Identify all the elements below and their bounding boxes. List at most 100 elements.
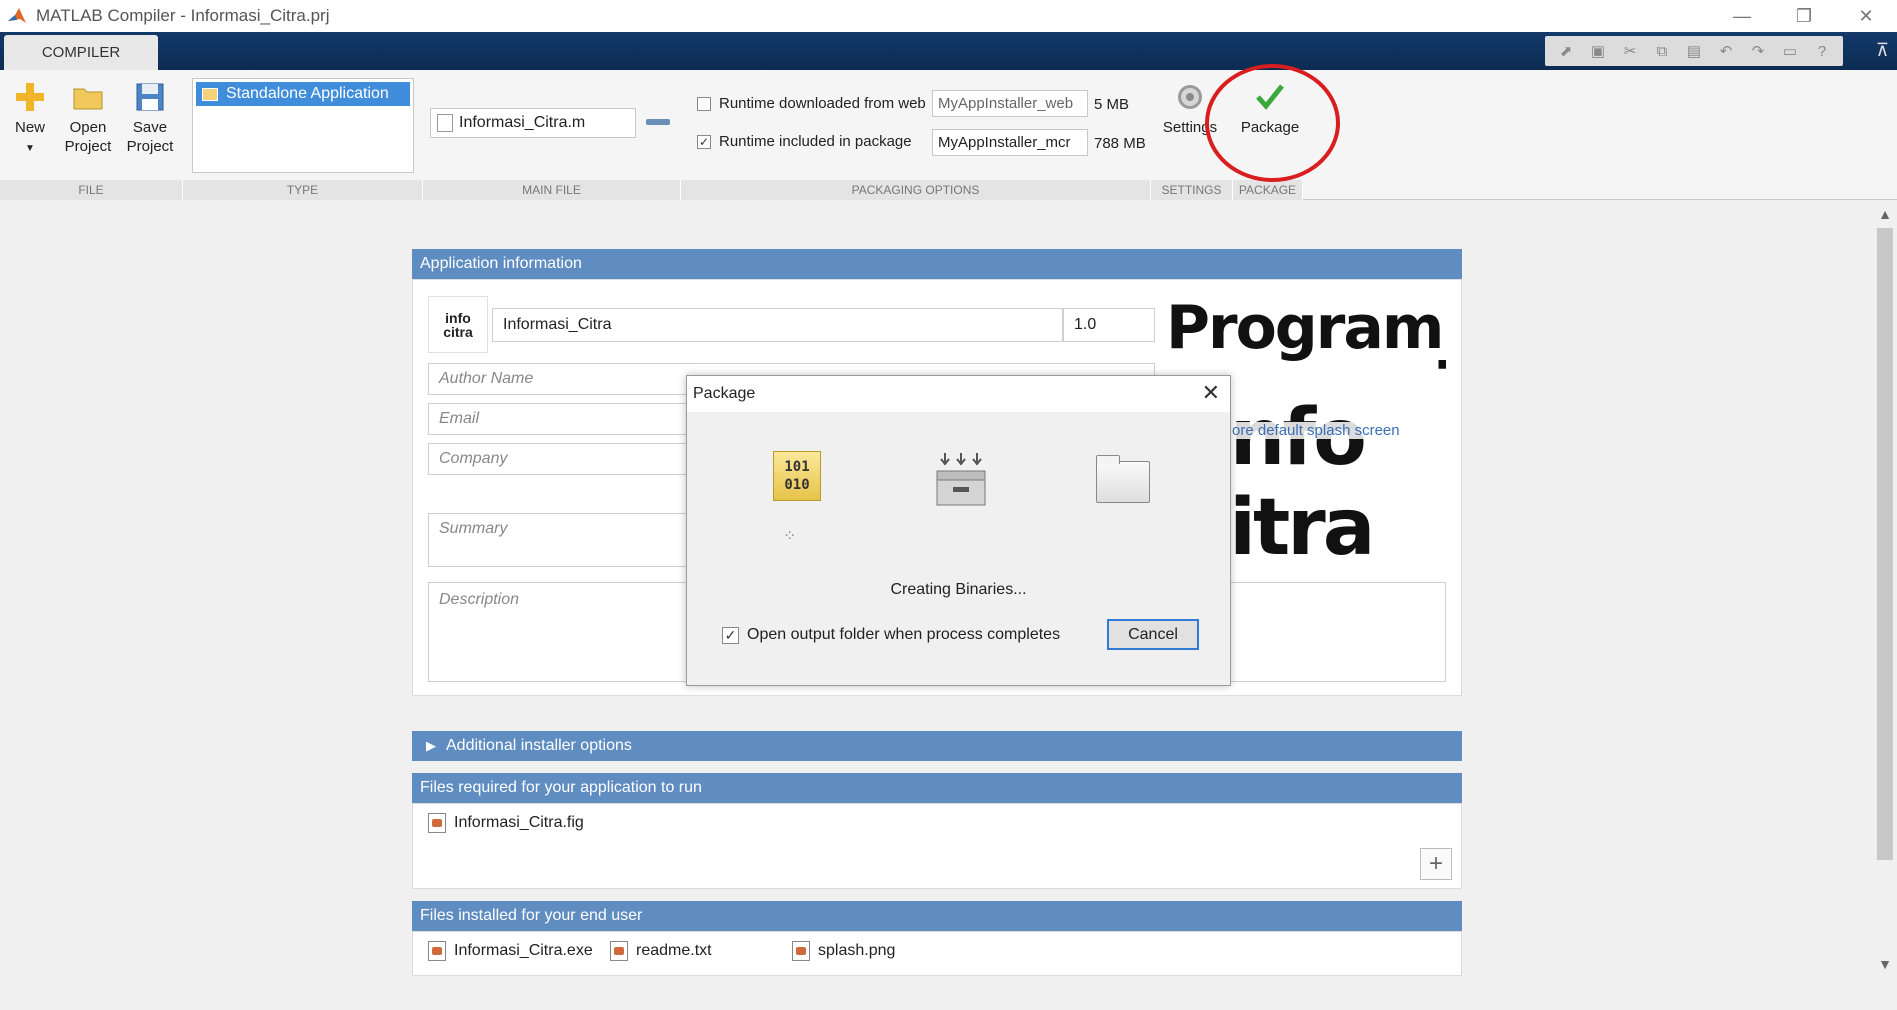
paste-icon[interactable]: ▤ <box>1681 40 1707 62</box>
section-package-label: PACKAGE <box>1233 180 1303 200</box>
application-information-header: Application information <box>412 249 1462 279</box>
runtime-package-checkbox[interactable]: ✓ <box>697 134 711 149</box>
close-window-button[interactable]: ✕ <box>1835 0 1897 32</box>
runtime-web-label: Runtime downloaded from web <box>719 95 926 112</box>
installed-file-name: readme.txt <box>636 942 712 959</box>
installer-box-icon <box>936 453 986 506</box>
status-text: Creating Binaries... <box>890 581 1027 598</box>
m-file-icon <box>437 114 453 132</box>
runtime-web-option[interactable]: Runtime downloaded from web <box>697 95 926 112</box>
additional-installer-options-header[interactable]: ▶ Additional installer options <box>412 731 1462 761</box>
additional-installer-options-label: Additional installer options <box>446 737 632 754</box>
save-project-button[interactable]: Save Project <box>122 80 178 156</box>
loading-spinner-icon: ⁘ <box>783 528 797 545</box>
installed-file-item[interactable]: Informasi_Citra.exe <box>428 941 593 961</box>
installed-file-item[interactable]: readme.txt <box>610 941 712 961</box>
collapse-ribbon-icon[interactable]: ⊼ <box>1876 40 1889 61</box>
save-icon[interactable]: ▣ <box>1585 40 1611 62</box>
installed-file-item[interactable]: splash.png <box>792 941 895 961</box>
installed-file-name: Informasi_Citra.exe <box>454 942 593 959</box>
main-file-entry[interactable]: Informasi_Citra.m <box>430 108 636 138</box>
required-file-name: Informasi_Citra.fig <box>454 814 584 831</box>
vertical-scrollbar[interactable]: ▲ ▼ <box>1873 204 1897 980</box>
main-file-name: Informasi_Citra.m <box>459 114 586 131</box>
exe-file-icon <box>428 941 446 961</box>
application-type-list[interactable]: Standalone Application <box>192 78 414 173</box>
web-runtime-size: 5 MB <box>1094 96 1130 113</box>
app-name-field[interactable]: Informasi_Citra <box>492 308 1063 342</box>
binary-line-2: 010 <box>784 477 810 493</box>
copy-icon[interactable]: ⧉ <box>1649 40 1675 62</box>
type-standalone-application[interactable]: Standalone Application <box>196 82 410 106</box>
open-output-folder-option[interactable]: ✓ Open output folder when process comple… <box>722 626 1060 644</box>
remove-main-file-button[interactable] <box>646 119 670 125</box>
required-file-item[interactable]: Informasi_Citra.fig <box>428 813 584 833</box>
tab-compiler[interactable]: COMPILER <box>4 35 158 70</box>
splash-text-aplikasi: aplikasi <box>1437 322 1446 540</box>
scroll-down-arrow-icon[interactable]: ▼ <box>1873 956 1897 972</box>
redo-icon[interactable]: ↷ <box>1745 40 1771 62</box>
installed-file-name: splash.png <box>818 942 896 959</box>
runtime-package-label: Runtime included in package <box>719 133 912 150</box>
mcr-installer-name-field[interactable]: MyAppInstaller_mcr <box>932 129 1088 156</box>
dropdown-arrow-icon: ▼ <box>25 143 35 154</box>
highlight-circle <box>1205 64 1340 182</box>
close-icon[interactable]: ✕ <box>1202 380 1220 406</box>
tab-strip: COMPILER ⬈ ▣ ✂ ⧉ ▤ ↶ ↷ ▭ ? ⊼ <box>0 32 1897 70</box>
window-title: MATLAB Compiler - Informasi_Citra.prj <box>36 6 330 25</box>
restore-button[interactable]: ❐ <box>1773 0 1835 32</box>
section-file-label: FILE <box>0 180 183 200</box>
save-label-project: Project <box>126 138 174 155</box>
title-bar: MATLAB Compiler - Informasi_Citra.prj — … <box>0 0 1897 32</box>
scrollbar-thumb[interactable] <box>1877 228 1893 860</box>
plus-icon <box>16 83 44 111</box>
open-output-folder-label: Open output folder when process complete… <box>747 626 1061 643</box>
txt-file-icon <box>610 941 628 961</box>
section-type-label: TYPE <box>183 180 423 200</box>
switch-windows-icon[interactable]: ▭ <box>1777 40 1803 62</box>
package-dialog: Package ✕ 101 010 ⁘ Creating Binaries...… <box>686 375 1231 686</box>
type-standalone-label: Standalone Application <box>226 85 389 102</box>
package-runtime-size: 788 MB <box>1094 135 1146 152</box>
scroll-up-arrow-icon[interactable]: ▲ <box>1873 206 1897 222</box>
folder-icon <box>73 88 103 110</box>
section-packaging-options-label: PACKAGING OPTIONS <box>681 180 1151 200</box>
application-window-icon <box>202 87 218 101</box>
help-icon[interactable]: ? <box>1809 40 1835 62</box>
expand-triangle-icon: ▶ <box>426 738 436 753</box>
binary-line-1: 101 <box>784 459 810 475</box>
cut-icon[interactable]: ✂ <box>1617 40 1643 62</box>
cancel-button[interactable]: Cancel <box>1107 619 1199 650</box>
files-required-header: Files required for your application to r… <box>412 773 1462 803</box>
fig-file-icon <box>428 813 446 833</box>
app-version-field[interactable]: 1.0 <box>1063 308 1155 342</box>
open-output-folder-checkbox[interactable]: ✓ <box>722 626 739 644</box>
ribbon: New ▼ Open Project Save Project FILE Sta… <box>0 70 1897 200</box>
minimize-button[interactable]: — <box>1711 0 1773 32</box>
open-label: Open <box>69 119 107 136</box>
undo-icon[interactable]: ↶ <box>1713 40 1739 62</box>
add-required-file-button[interactable]: + <box>1420 848 1452 880</box>
runtime-package-option[interactable]: ✓ Runtime included in package <box>697 133 912 150</box>
open-label-project: Project <box>64 138 112 155</box>
runtime-web-checkbox[interactable] <box>697 96 711 111</box>
section-settings-label: SETTINGS <box>1151 180 1233 200</box>
quick-access-toolbar: ⬈ ▣ ✂ ⧉ ▤ ↶ ↷ ▭ ? <box>1545 36 1843 66</box>
png-file-icon <box>792 941 810 961</box>
app-icon-preview[interactable]: info citra <box>428 296 488 353</box>
web-installer-name-field[interactable]: MyAppInstaller_web <box>932 90 1088 117</box>
new-button[interactable]: New ▼ <box>8 80 52 158</box>
binary-file-icon: 101 010 <box>773 451 821 501</box>
dialog-title: Package <box>687 376 1230 412</box>
section-main-file-label: MAIN FILE <box>423 180 681 200</box>
matlab-logo-icon <box>8 8 26 23</box>
open-project-button[interactable]: Open Project <box>62 80 114 156</box>
restore-default-splash-link[interactable]: ore default splash screen <box>1232 422 1400 439</box>
floppy-disk-icon <box>136 83 164 111</box>
new-label: New <box>14 119 45 136</box>
gear-icon <box>1178 85 1202 109</box>
app-icon-text-info: info <box>445 309 471 326</box>
save-label: Save <box>132 119 168 136</box>
export-icon[interactable]: ⬈ <box>1553 40 1579 62</box>
files-installed-header: Files installed for your end user <box>412 901 1462 931</box>
